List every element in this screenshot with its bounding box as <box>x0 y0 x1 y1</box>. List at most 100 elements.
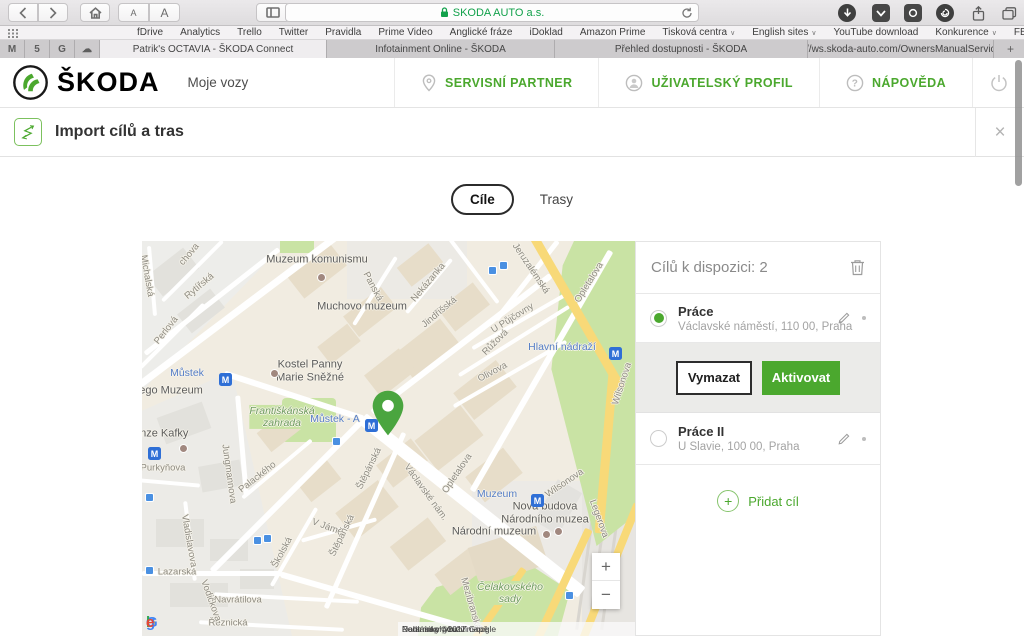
map-label-street: Štěpánská <box>355 446 385 491</box>
transit-stop-icon <box>488 266 497 275</box>
destination-pin-icon[interactable] <box>371 390 405 436</box>
tab-destinations[interactable]: Cíle <box>451 184 514 215</box>
browser-tab[interactable]: https://ws.skoda-auto.com/OwnersManualSe… <box>808 40 994 58</box>
browser-tab[interactable]: Přehled dostupnosti - ŠKODA <box>555 40 808 58</box>
map-label-street: Školská <box>270 536 295 570</box>
edit-icon[interactable] <box>837 311 851 325</box>
favorites-grid-icon[interactable] <box>8 29 19 38</box>
bookmark-item[interactable]: Anglické fráze <box>450 27 513 38</box>
map-label-street: Lazarská <box>158 568 197 579</box>
nav-help[interactable]: ? NÁPOVĚDA <box>819 58 972 107</box>
safari-window: A A SKODA AUTO a.s. <box>0 0 1024 640</box>
zoom-in-button[interactable]: + <box>592 553 620 581</box>
map-label-street: Jeruzalémská <box>509 242 551 297</box>
more-dot-icon[interactable] <box>862 437 866 441</box>
user-icon <box>625 74 643 92</box>
map-label-street: Nekázanka <box>410 261 449 304</box>
transit-stop-icon <box>145 493 154 502</box>
bookmark-item[interactable]: Twitter <box>279 27 308 38</box>
tabs-icon <box>1002 7 1017 20</box>
map-label-street: Wilsonova <box>544 467 586 501</box>
pinned-tab[interactable]: M <box>0 40 25 58</box>
address-text: SKODA AUTO a.s. <box>453 7 545 19</box>
new-tab-button[interactable]: + <box>1007 42 1014 56</box>
font-smaller-button[interactable]: A <box>118 3 149 22</box>
zoom-out-button[interactable]: − <box>592 581 620 609</box>
down-arrow-icon <box>843 8 852 18</box>
attribution-report-link[interactable]: Nahlásit chybu v mapě <box>402 624 488 634</box>
map-label-poi: Národní muzeum <box>452 526 536 539</box>
svg-text:?: ? <box>852 78 859 89</box>
tab-routes[interactable]: Trasy <box>540 192 573 207</box>
page-scrollbar[interactable] <box>1015 60 1022 186</box>
bookmark-item[interactable]: iDoklad <box>529 27 562 38</box>
forward-button[interactable] <box>38 3 68 22</box>
share-button[interactable] <box>969 4 987 22</box>
bookmarks-bar: fDrive Analytics Trello Twitter Pravidla Prim… <box>0 26 1024 40</box>
chevron-extension-icon[interactable] <box>872 4 890 22</box>
map-label-poi: Muzeum komunismu <box>266 254 367 267</box>
menu-my-cars[interactable]: Moje vozy <box>188 75 249 90</box>
map-label-poi: Muchovo muzeum <box>317 301 407 314</box>
edit-icon[interactable] <box>837 432 851 446</box>
map-label-street: V Jámě <box>310 517 344 538</box>
address-bar[interactable]: SKODA AUTO a.s. <box>285 3 699 22</box>
browser-tab[interactable]: Infotainment Online - ŠKODA <box>327 40 555 58</box>
nav-service-partner[interactable]: SERVISNÍ PARTNER <box>394 58 599 107</box>
bookmark-item[interactable]: Tisková centra∨ <box>662 27 735 38</box>
pinned-tab[interactable]: ☁ <box>75 40 100 58</box>
poi-dot-icon <box>317 273 326 282</box>
metro-icon: M <box>609 347 622 360</box>
nav-label: UŽIVATELSKÝ PROFIL <box>651 76 792 90</box>
import-bar: Import cílů a tras × <box>0 108 1024 157</box>
refresh-icon[interactable] <box>681 7 693 19</box>
bookmark-item[interactable]: FB URL Repair <box>1014 27 1024 38</box>
download-extension-icon[interactable] <box>838 4 856 22</box>
close-icon: × <box>994 122 1005 144</box>
map-label-poi: Kostel Panny Marie Sněžné <box>276 358 344 383</box>
destination-address: Václavské náměstí, 110 00, Praha <box>678 321 837 333</box>
forward-icon <box>49 7 57 19</box>
pinned-tab[interactable]: 5 <box>25 40 50 58</box>
destination-row[interactable]: Práce Václavské náměstí, 110 00, Praha <box>636 294 880 343</box>
trash-icon[interactable] <box>850 259 865 276</box>
font-larger-button[interactable]: A <box>149 3 180 22</box>
destination-name: Práce <box>678 304 837 319</box>
browser-toolbar: A A SKODA AUTO a.s. <box>0 0 1024 26</box>
skoda-logo-icon <box>12 64 49 101</box>
bookmark-item[interactable]: Prime Video <box>378 27 432 38</box>
more-dot-icon[interactable] <box>862 316 866 320</box>
bookmark-item[interactable]: fDrive <box>137 27 163 38</box>
map-label-park: Čelakovského sady <box>477 581 543 605</box>
bookmark-item[interactable]: Pravidla <box>325 27 361 38</box>
panel-header: Cílů k dispozici: 2 <box>636 242 880 294</box>
pinned-tab[interactable]: G <box>50 40 75 58</box>
back-button[interactable] <box>8 3 38 22</box>
workspace: Muzeum komunismu Muchovo muzeum Kostel Pan… <box>142 241 881 636</box>
brand[interactable]: ŠKODA <box>0 64 160 101</box>
bookmark-item[interactable]: Konkurence∨ <box>935 27 997 38</box>
add-destination-button[interactable]: + Přidat cíl <box>636 465 880 512</box>
map-label-street: Vodičkova <box>197 579 222 623</box>
clear-button[interactable]: Vymazat <box>676 361 752 395</box>
map-label-street: Olivova <box>476 361 509 386</box>
destination-row[interactable]: Práce II U Slavie, 100 00, Praha <box>636 413 880 465</box>
camera-extension-icon[interactable] <box>904 4 922 22</box>
map-label-street: Štěpánská <box>328 513 358 558</box>
map-label-park: Františkánská zahrada <box>249 405 314 429</box>
destination-radio[interactable] <box>650 310 667 327</box>
nav-user-profile[interactable]: UŽIVATELSKÝ PROFIL <box>598 58 818 107</box>
bookmark-item[interactable]: YouTube download <box>833 27 918 38</box>
bookmark-item[interactable]: Analytics <box>180 27 220 38</box>
map-label-metro: Hlavní nádraží <box>528 341 596 353</box>
tab-overview-button[interactable] <box>1000 4 1018 22</box>
bookmark-item[interactable]: Trello <box>237 27 262 38</box>
bookmark-item[interactable]: Amazon Prime <box>580 27 646 38</box>
swirl-extension-icon[interactable] <box>936 4 954 22</box>
browser-tab[interactable]: Patrik's OCTAVIA - ŠKODA Connect <box>100 40 327 58</box>
map-canvas[interactable]: Muzeum komunismu Muchovo muzeum Kostel Pan… <box>142 241 635 636</box>
home-button[interactable] <box>80 3 110 22</box>
bookmark-item[interactable]: English sites∨ <box>752 27 816 38</box>
activate-button[interactable]: Aktivovat <box>762 361 840 395</box>
destination-radio[interactable] <box>650 430 667 447</box>
